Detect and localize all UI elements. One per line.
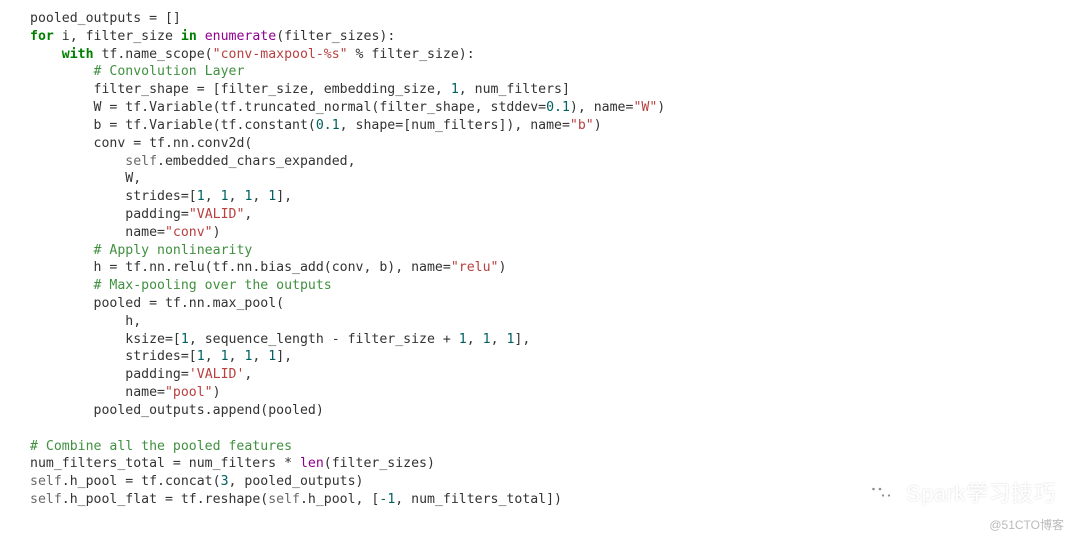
self-ref: self: [125, 154, 157, 169]
wechat-icon: [866, 481, 896, 507]
string-literal: "conv-maxpool-%s": [213, 47, 348, 62]
watermark-text: Spark学习技巧: [906, 479, 1056, 509]
line-1: pooled_outputs = []: [30, 11, 181, 26]
code-block: pooled_outputs = [] for i, filter_size i…: [0, 0, 1080, 543]
self-ref: self: [30, 474, 62, 489]
kw-with: with: [62, 47, 94, 62]
code-pre: pooled_outputs = [] for i, filter_size i…: [30, 10, 1080, 509]
comment: # Max-pooling over the outputs: [94, 278, 332, 293]
comment: # Combine all the pooled features: [30, 439, 292, 454]
self-ref: self: [30, 492, 62, 507]
kw-in: in: [181, 29, 197, 44]
builtin-len: len: [300, 456, 324, 471]
watermark: Spark学习技巧: [866, 479, 1056, 509]
attribution: @51CTO博客: [989, 517, 1064, 533]
builtin-enumerate: enumerate: [205, 29, 276, 44]
comment: # Apply nonlinearity: [94, 243, 253, 258]
kw-for: for: [30, 29, 54, 44]
comment: # Convolution Layer: [94, 64, 245, 79]
